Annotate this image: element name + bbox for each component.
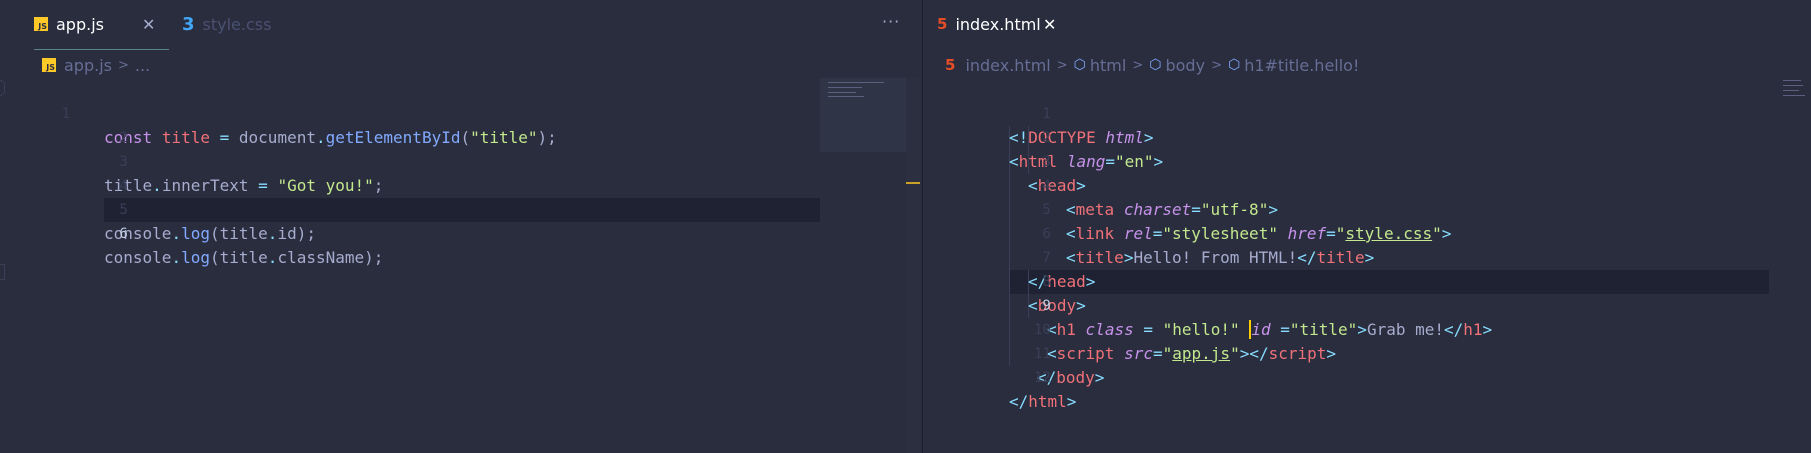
current-line-highlight — [1009, 270, 1769, 294]
element-cube-icon: ⬡ — [1149, 57, 1162, 73]
tab-app-js[interactable]: JS app.js ✕ — [34, 0, 169, 50]
tab-index-html[interactable]: 5 index.html ✕ — [937, 0, 1087, 48]
line-number: 2 — [119, 130, 128, 146]
code-line: console.log(title.id); — [104, 224, 316, 243]
left-editor-pane: JS app.js ✕ 3 style.css ··· JS app.js > … — [0, 0, 922, 453]
line-number: 11 — [1033, 346, 1051, 362]
code-line: console.log(title.className); — [104, 248, 384, 267]
close-tab-icon[interactable]: ✕ — [1043, 15, 1056, 34]
line-number: 1 — [1042, 106, 1051, 122]
breadcrumb: JS app.js > ... — [42, 54, 150, 76]
tab-style-css[interactable]: 3 style.css — [182, 0, 302, 48]
css-file-icon: 3 — [182, 13, 195, 35]
line-number: 4 — [1042, 178, 1051, 194]
code-line: </html> — [1009, 392, 1077, 411]
line-number: 8 — [1042, 274, 1051, 290]
breadcrumb-item[interactable]: html — [1090, 56, 1126, 75]
minimap[interactable] — [820, 78, 906, 152]
code-line: <h1 class = "hello!" id ="title">Grab me… — [1047, 320, 1493, 339]
code-line: <title>Hello! From HTML!</title> — [1066, 248, 1375, 267]
line-number: 5 — [119, 202, 128, 218]
code-line: <script src="app.js"></script> — [1047, 344, 1337, 363]
chevron-right-icon: > — [1132, 57, 1144, 73]
right-editor-pane: 5 index.html ✕ 5 index.html > ⬡ html > ⬡… — [923, 0, 1811, 453]
tab-label: app.js — [56, 14, 104, 34]
css-file-link[interactable]: style.css — [1345, 224, 1432, 243]
breadcrumb-item[interactable]: body — [1165, 56, 1205, 75]
line-number: 7 — [1042, 250, 1051, 266]
scrollbar-marker — [906, 182, 920, 184]
tab-label: style.css — [202, 14, 272, 34]
line-number: 2 — [1042, 130, 1051, 146]
right-tab-bar: 5 index.html ✕ — [923, 0, 1811, 56]
breadcrumb-file[interactable]: index.html — [965, 56, 1050, 75]
element-cube-icon: ⬡ — [1073, 57, 1086, 73]
code-line: const title = document.getElementById("t… — [104, 128, 557, 147]
line-number-current: 9 — [1042, 298, 1051, 314]
breadcrumb-rest[interactable]: ... — [135, 56, 150, 75]
line-number: 3 — [119, 154, 128, 170]
code-line: title.innerText = "Got you!"; — [104, 176, 384, 195]
chevron-right-icon: > — [1056, 57, 1068, 73]
code-line: <link rel="stylesheet" href="style.css"> — [1066, 224, 1452, 243]
breadcrumb: 5 index.html > ⬡ html > ⬡ body > ⬡ h1#ti… — [945, 54, 1359, 76]
current-line-highlight — [104, 198, 820, 222]
chevron-right-icon: > — [1211, 57, 1222, 73]
active-tab-indicator — [34, 49, 169, 50]
tab-label: index.html — [955, 14, 1041, 34]
code-line: <meta charset="utf-8"> — [1066, 200, 1278, 219]
minimap[interactable] — [1781, 78, 1807, 100]
line-number: 12 — [1033, 370, 1051, 386]
vertical-scrollbar[interactable] — [906, 78, 920, 453]
line-number: 4 — [119, 178, 128, 194]
js-file-link[interactable]: app.js — [1172, 344, 1230, 363]
html-file-icon: 5 — [937, 15, 948, 33]
more-actions-icon[interactable]: ··· — [882, 12, 900, 31]
html-editor[interactable]: 1 <!DOCTYPE html> 2 <html lang="en"> 3 <… — [923, 78, 1793, 453]
js-file-icon: JS — [34, 17, 48, 31]
line-number: 3 — [1042, 154, 1051, 170]
left-tab-bar: JS app.js ✕ 3 style.css ··· — [0, 0, 922, 56]
chevron-right-icon: > — [117, 57, 129, 73]
close-tab-icon[interactable]: ✕ — [142, 15, 155, 34]
breadcrumb-file[interactable]: app.js — [64, 56, 112, 75]
line-number-current: 6 — [119, 226, 128, 242]
line-number: 6 — [1042, 226, 1051, 242]
element-cube-icon: ⬡ — [1227, 57, 1241, 73]
html-file-icon: 5 — [945, 56, 956, 74]
breadcrumb-item[interactable]: h1#title.hello! — [1244, 56, 1359, 75]
line-number: 5 — [1042, 202, 1051, 218]
line-number: 10 — [1033, 322, 1051, 338]
js-editor[interactable]: 1 const title = document.getElementById(… — [0, 78, 900, 453]
js-file-icon: JS — [42, 58, 56, 72]
